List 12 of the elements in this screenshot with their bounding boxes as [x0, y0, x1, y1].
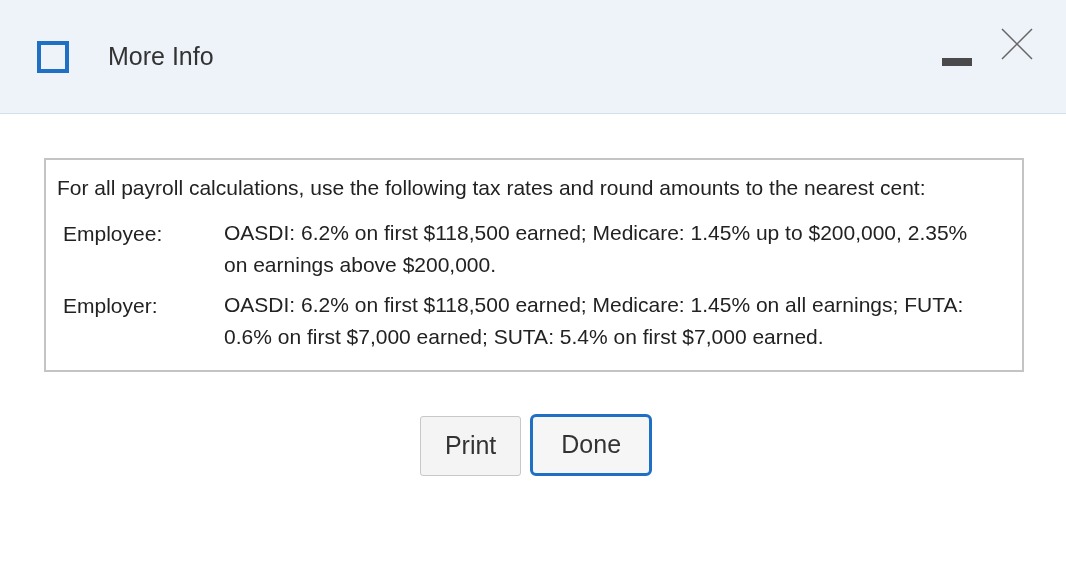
row-label: Employer: [62, 293, 159, 319]
window-title: More Info [108, 40, 214, 72]
close-icon [1001, 27, 1033, 60]
square-icon [37, 40, 69, 73]
dialog-button[interactable]: Print [419, 416, 522, 476]
minimize-icon [942, 57, 972, 66]
dialog-button[interactable]: Done [530, 414, 653, 476]
row-label: Employee: [62, 221, 164, 247]
row-text: OASDI: 6.2% on first $118,500 earned; Medicare: 1.45% up to $200,000, 2.35% on earnings above $200,000. [224, 220, 969, 278]
row-text: OASDI: 6.2% on first $118,500 earned; Medicare: 1.45% on all earnings; FUTA: 0.6% on first $7,000 earned; SUTA: 5.4% on first $7,000 earned. [224, 292, 965, 350]
intro-text: For all payroll calculations, use the following tax rates and round amounts to the nearest cent: [57, 175, 927, 201]
close-button[interactable] [1000, 26, 1034, 61]
